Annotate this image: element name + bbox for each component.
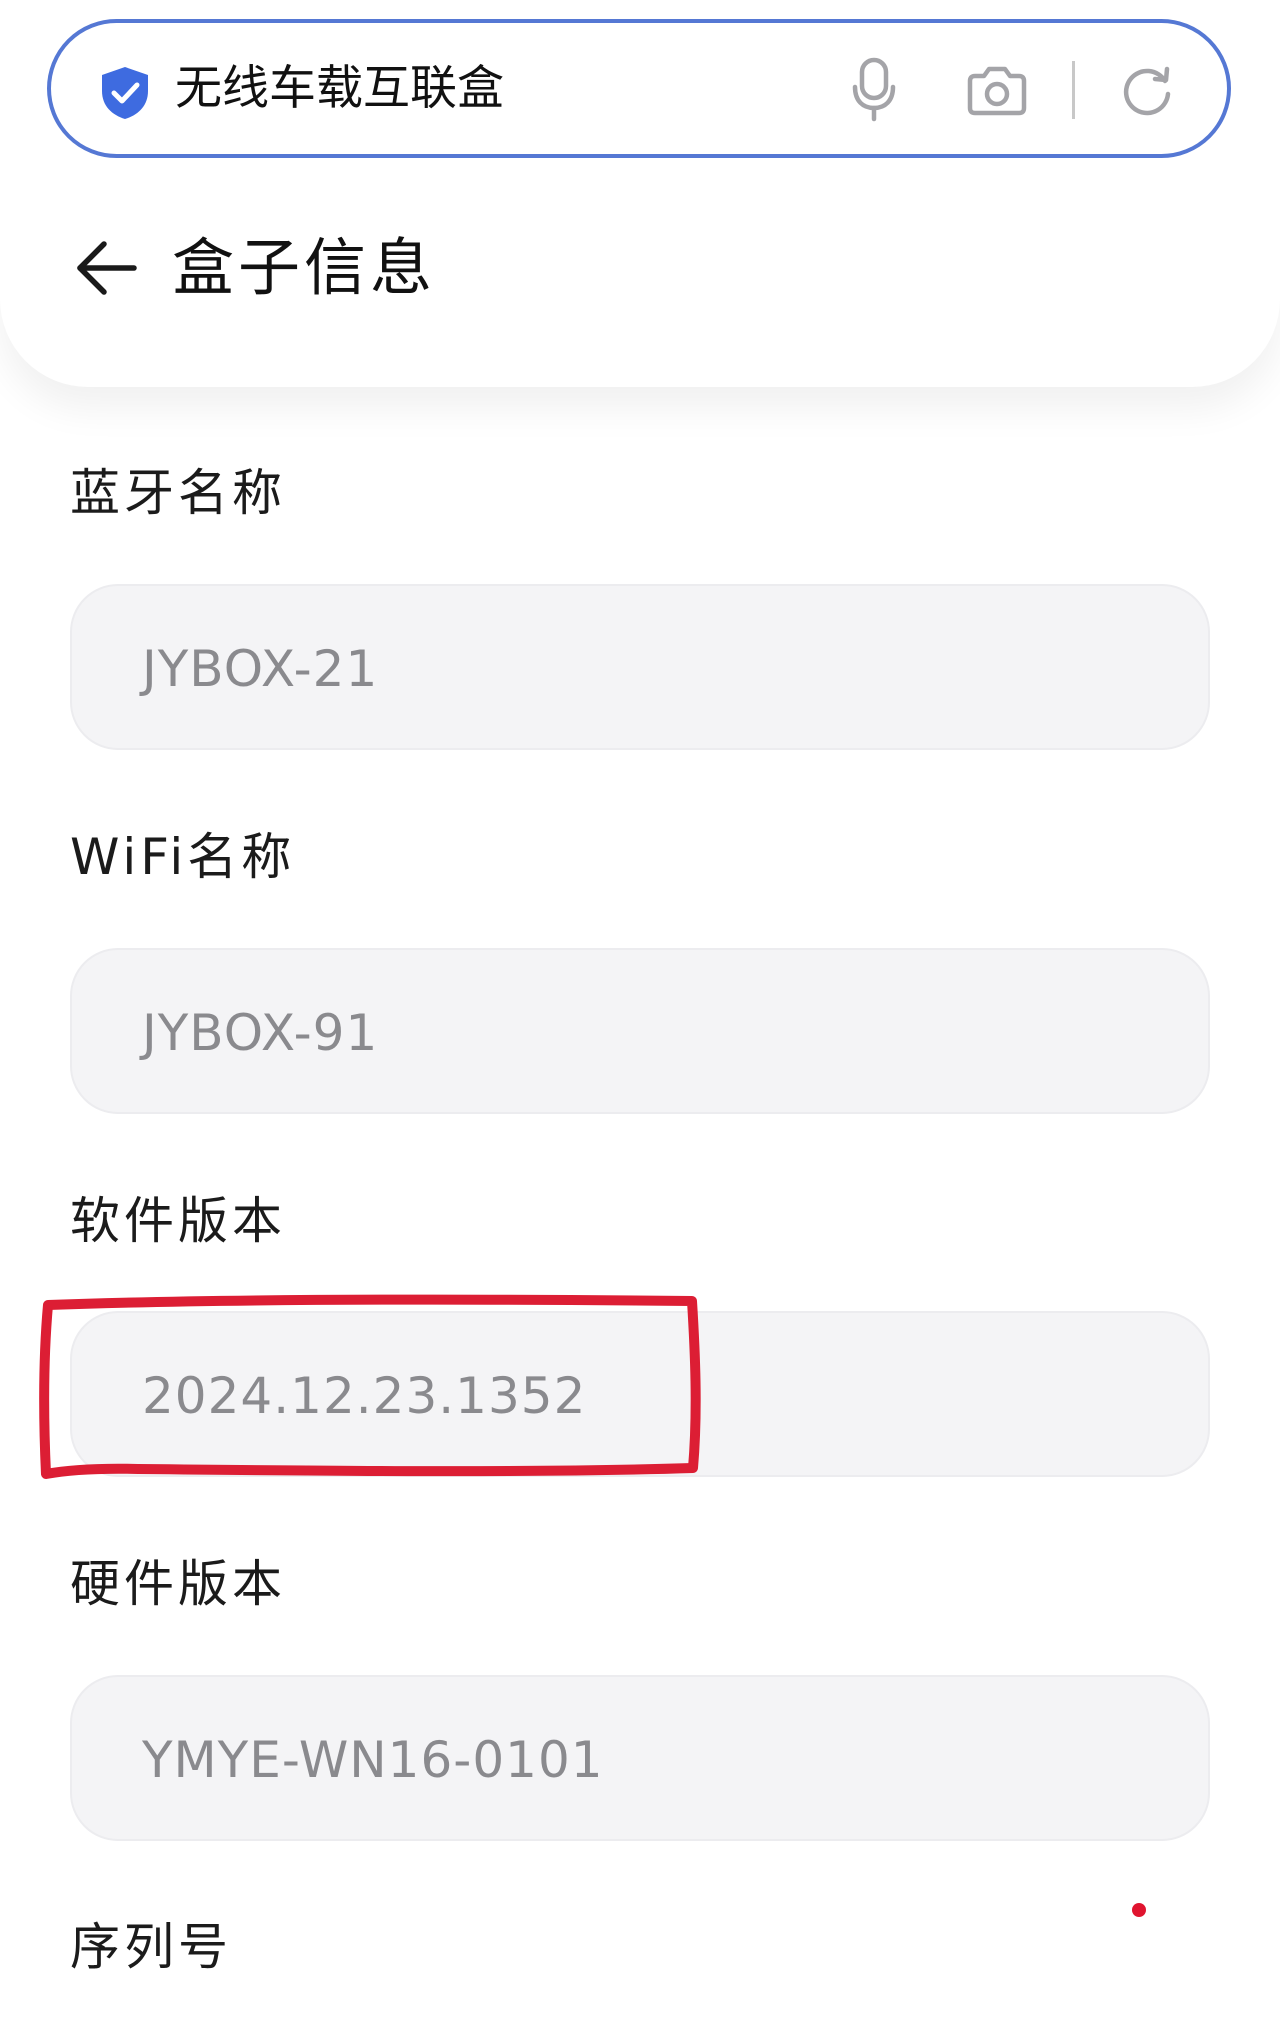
software-version-value: 2024.12.23.1352 — [142, 1367, 587, 1425]
bluetooth-name-field[interactable]: JYBOX-21 — [70, 584, 1210, 750]
bluetooth-name-value: JYBOX-21 — [142, 640, 379, 698]
hardware-version-field[interactable]: YMYE-WN16-0101 — [70, 1675, 1210, 1841]
search-bar[interactable]: 无线车载互联盒 — [47, 19, 1231, 158]
shield-check-icon — [102, 67, 148, 119]
hardware-version-label: 硬件版本 — [70, 1555, 286, 1613]
hardware-version-value: YMYE-WN16-0101 — [142, 1731, 604, 1789]
notification-dot — [1132, 1903, 1146, 1917]
wifi-name-label: WiFi名称 — [70, 828, 296, 886]
refresh-icon[interactable] — [1119, 63, 1175, 119]
bluetooth-name-label: 蓝牙名称 — [70, 464, 286, 522]
wifi-name-value: JYBOX-91 — [142, 1004, 379, 1062]
wifi-name-field[interactable]: JYBOX-91 — [70, 948, 1210, 1114]
arrow-left-icon[interactable] — [70, 232, 142, 304]
serial-number-label: 序列号 — [70, 1918, 232, 1976]
header-card: 无线车载互联盒 盒子信息 — [0, 0, 1280, 387]
camera-icon[interactable] — [966, 65, 1028, 117]
page-title: 盒子信息 — [172, 231, 437, 304]
search-divider — [1072, 61, 1075, 119]
software-version-field[interactable]: 2024.12.23.1352 — [70, 1311, 1210, 1477]
software-version-label: 软件版本 — [70, 1192, 286, 1250]
search-query-text[interactable]: 无线车载互联盒 — [175, 53, 504, 125]
microphone-icon[interactable] — [851, 57, 897, 123]
